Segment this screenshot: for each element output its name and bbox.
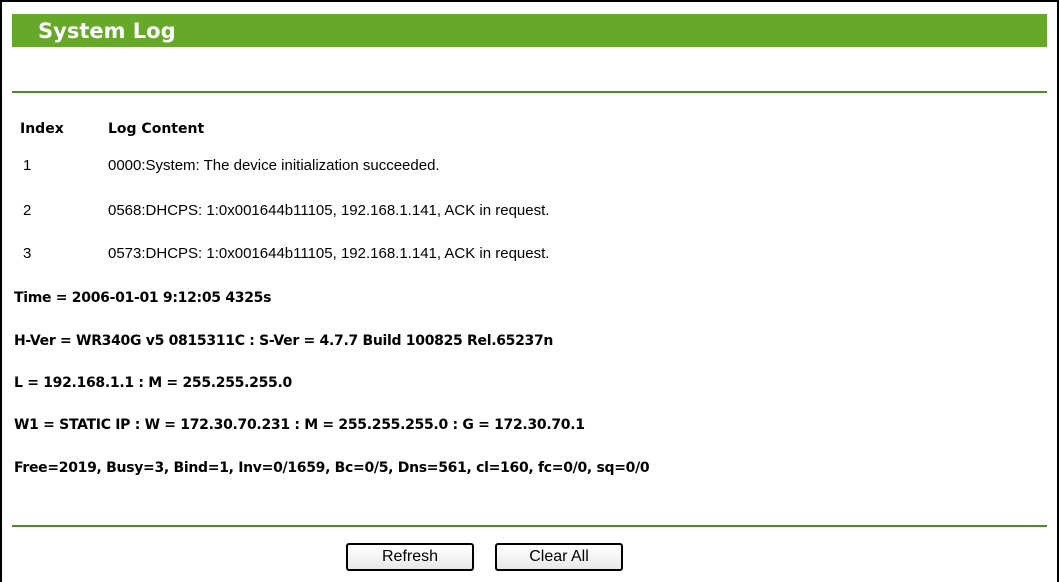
- log-row-content: 0568:DHCPS: 1:0x001644b11105, 192.168.1.…: [108, 202, 550, 219]
- log-row-index: 1: [23, 157, 32, 174]
- divider-top: [12, 91, 1047, 93]
- system-time: Time = 2006-01-01 9:12:05 4325s: [14, 290, 272, 306]
- lan-info: L = 192.168.1.1 : M = 255.255.255.0: [14, 375, 292, 391]
- log-row-index: 3: [23, 245, 32, 262]
- page-title: System Log: [38, 19, 176, 43]
- title-bar: System Log: [12, 14, 1047, 47]
- divider-bottom: [12, 525, 1047, 527]
- wan-info: W1 = STATIC IP : W = 172.30.70.231 : M =…: [14, 417, 585, 433]
- clear-all-button[interactable]: Clear All: [495, 543, 623, 571]
- log-row-content: 0573:DHCPS: 1:0x001644b11105, 192.168.1.…: [108, 245, 550, 262]
- refresh-button[interactable]: Refresh: [346, 543, 474, 571]
- version-info: H-Ver = WR340G v5 0815311C : S-Ver = 4.7…: [14, 333, 554, 349]
- index-column-header: Index: [20, 121, 64, 137]
- system-log-panel: System Log Index Log Content 1 0000:Syst…: [0, 0, 1059, 582]
- log-content-column-header: Log Content: [108, 121, 205, 137]
- stats-info: Free=2019, Busy=3, Bind=1, Inv=0/1659, B…: [14, 460, 650, 476]
- log-row-index: 2: [23, 202, 32, 219]
- log-row-content: 0000:System: The device initialization s…: [108, 157, 440, 174]
